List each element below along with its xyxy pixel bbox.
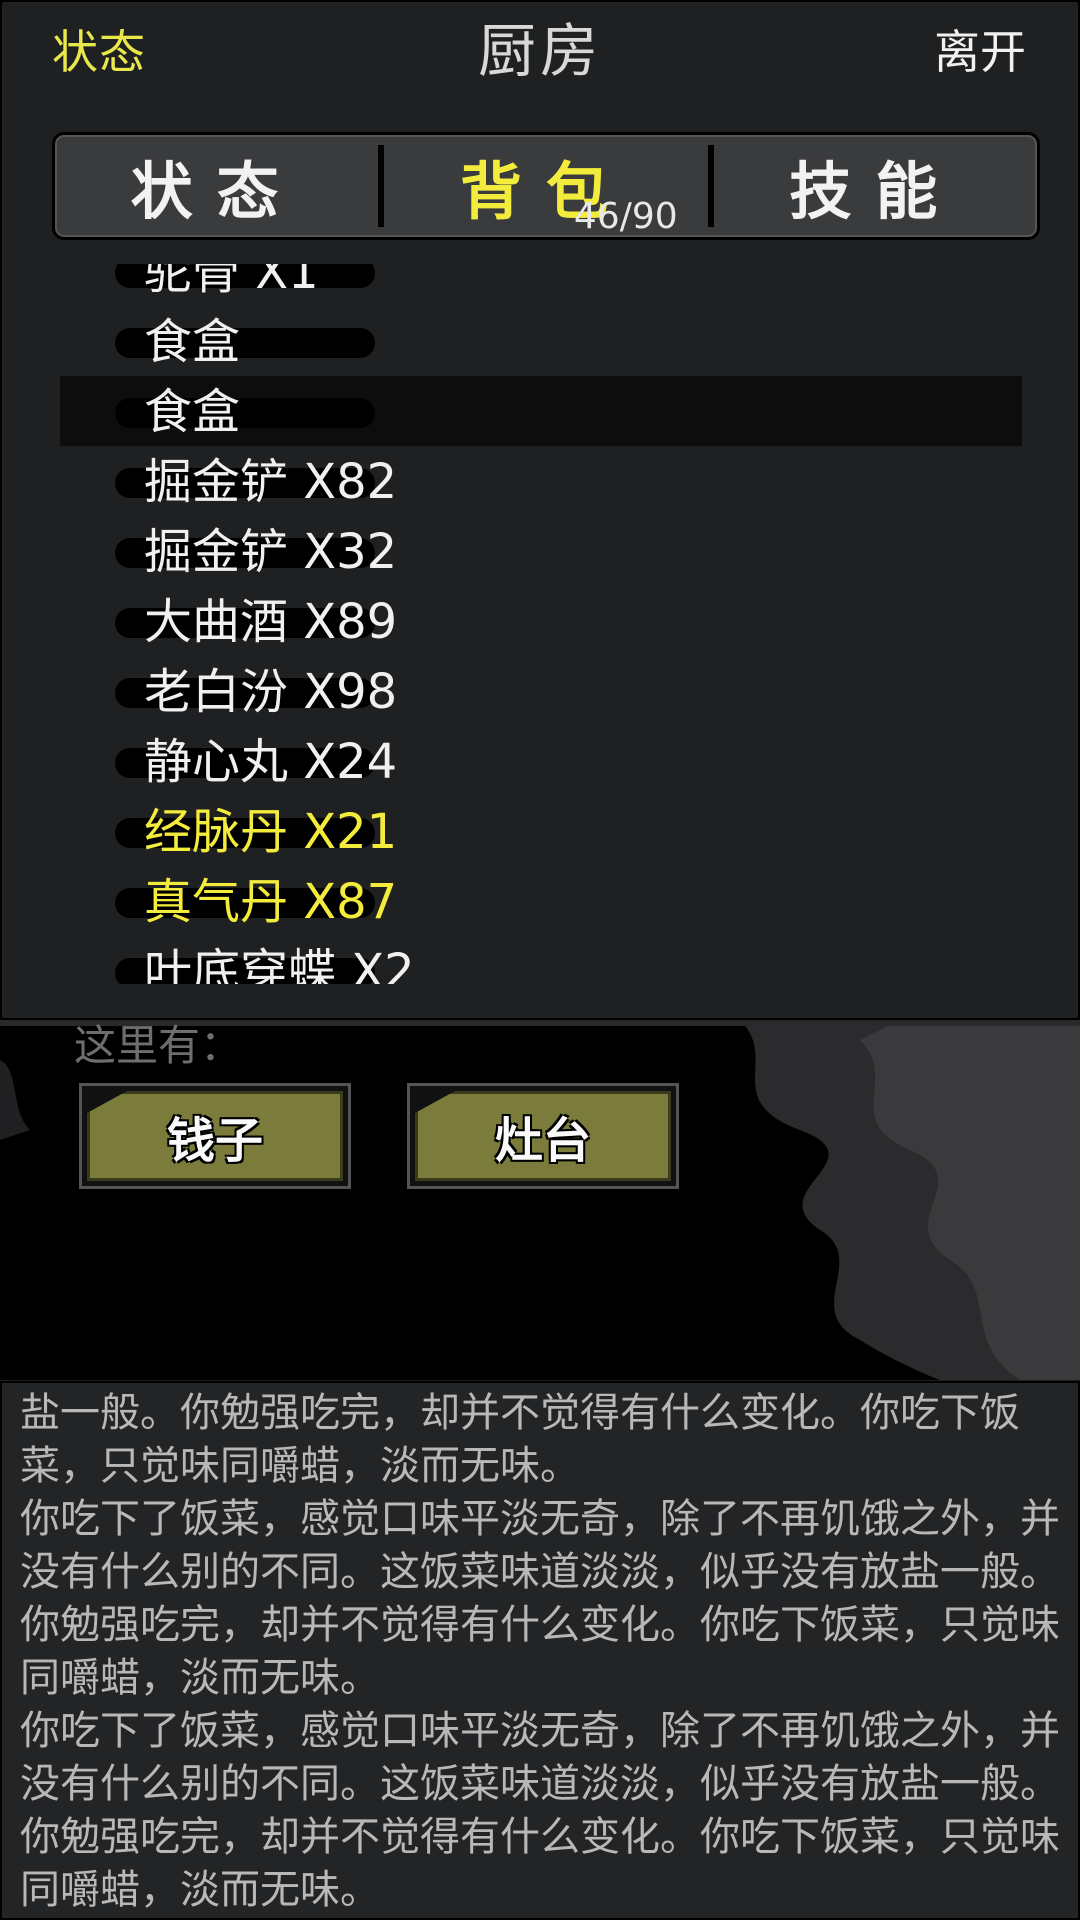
inventory-item-label: 真气丹 X87: [144, 874, 398, 930]
object-label: 灶台: [494, 1113, 591, 1169]
inventory-panel: 状态 厨房 离开 状态 背包 46/90 技能 驼骨 X1 食盒 食盒 掘金铲 X82…: [0, 0, 1080, 1020]
inventory-item-label: 叶底穿蝶 X2: [144, 944, 415, 984]
inventory-item-label: 驼骨 X1: [144, 264, 319, 300]
inventory-item-label: 大曲酒 X89: [144, 594, 398, 650]
here-label: 这里有：: [74, 1021, 243, 1070]
message-log[interactable]: 盐一般。你勉强吃完，却并不觉得有什么变化。你吃下饭菜，只觉味同嚼蜡，淡而无味。 …: [0, 1381, 1080, 1920]
inventory-item[interactable]: 老白汾 X98: [60, 656, 1022, 726]
backpack-capacity: 46/90: [573, 196, 678, 237]
inventory-item[interactable]: 大曲酒 X89: [60, 586, 1022, 656]
inventory-item-label: 食盒: [144, 384, 241, 440]
tab-skills-label: 技能: [789, 155, 962, 228]
tab-status[interactable]: 状态: [55, 135, 378, 237]
inventory-item[interactable]: 食盒: [60, 376, 1022, 446]
smoke-background: [0, 1020, 1080, 1380]
inventory-item[interactable]: 经脉丹 X21: [60, 796, 1022, 866]
inventory-item[interactable]: 掘金铲 X32: [60, 516, 1022, 586]
inventory-item[interactable]: 叶底穿蝶 X2: [60, 936, 1022, 984]
tab-backpack[interactable]: 背包 46/90: [384, 135, 707, 237]
inventory-list[interactable]: 驼骨 X1 食盒 食盒 掘金铲 X82 掘金铲 X32 大曲酒 X89 老白汾 X98 静心丸…: [60, 264, 1022, 984]
location-title: 厨房: [477, 17, 602, 85]
object-label: 钱子: [166, 1113, 263, 1169]
inventory-item[interactable]: 掘金铲 X82: [60, 446, 1022, 516]
inventory-item[interactable]: 静心丸 X24: [60, 726, 1022, 796]
object-button-stove[interactable]: 灶台: [407, 1083, 679, 1189]
inventory-item-label: 静心丸 X24: [144, 734, 398, 790]
tab-bar: 状态 背包 46/90 技能: [52, 132, 1040, 240]
inventory-item-label: 老白汾 X98: [144, 664, 398, 720]
inventory-item-label: 经脉丹 X21: [144, 804, 398, 860]
inventory-item[interactable]: 驼骨 X1: [60, 264, 1022, 306]
leave-button[interactable]: 离开: [934, 24, 1026, 80]
tab-status-label: 状态: [130, 155, 303, 228]
inventory-item-label: 食盒: [144, 314, 241, 370]
game-screen: 状态 厨房 离开 状态 背包 46/90 技能 驼骨 X1 食盒 食盒 掘金铲 X82…: [0, 0, 1080, 1920]
tab-skills[interactable]: 技能: [714, 135, 1037, 237]
inventory-list-scroll: 驼骨 X1 食盒 食盒 掘金铲 X82 掘金铲 X32 大曲酒 X89 老白汾 X98 静心丸…: [60, 264, 1022, 984]
message-log-text: 盐一般。你勉强吃完，却并不觉得有什么变化。你吃下饭菜，只觉味同嚼蜡，淡而无味。 …: [20, 1390, 1060, 1913]
inventory-item-label: 掘金铲 X32: [144, 524, 398, 580]
location-scene: 这里有： 钱子 灶台: [0, 1020, 1080, 1380]
button-corner-decoration: [87, 1091, 127, 1113]
inventory-item[interactable]: 真气丹 X87: [60, 866, 1022, 936]
object-button-qianzi[interactable]: 钱子: [79, 1083, 351, 1189]
inventory-item-label: 掘金铲 X82: [144, 454, 398, 510]
inventory-item[interactable]: 食盒: [60, 306, 1022, 376]
button-corner-decoration: [415, 1091, 455, 1113]
